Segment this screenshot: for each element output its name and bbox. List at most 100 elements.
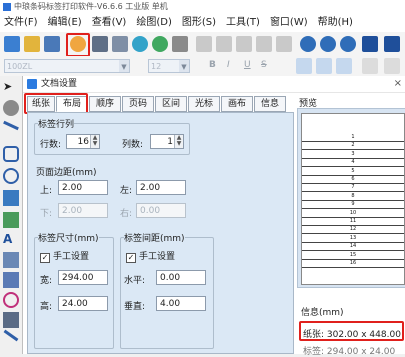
strikethrough-button[interactable]: S: [261, 60, 267, 70]
menu-edit[interactable]: 编辑(E): [48, 14, 82, 32]
cols-stepper[interactable]: 1 ▲ ▼: [150, 134, 184, 149]
label-spacing-manual-checkbox[interactable]: ✓ 手工设置: [126, 249, 175, 263]
open-icon[interactable]: [24, 36, 40, 52]
chevron-down-icon[interactable]: ▼: [119, 60, 129, 72]
preview-label-row: 7: [302, 184, 404, 193]
chevron-down-icon[interactable]: ▼: [179, 60, 189, 72]
label-size-info: 标签: 294.00 x 24.00: [303, 347, 396, 357]
margin-right-input[interactable]: 0.00: [136, 203, 186, 218]
line-icon[interactable]: [3, 120, 19, 131]
table-icon[interactable]: [3, 272, 19, 288]
redo-icon[interactable]: [276, 36, 292, 52]
window-titlebar: 中琅条码标签打印软件-V6.6.6 工业版 单机: [0, 0, 405, 14]
zoom-out-icon[interactable]: [320, 36, 336, 52]
cut-icon[interactable]: [196, 36, 212, 52]
app-icon: [3, 3, 11, 11]
pan-icon[interactable]: [3, 100, 19, 116]
tab-canvas[interactable]: 画布: [221, 96, 253, 112]
preview-label-row: 4: [302, 159, 404, 168]
data-source-icon[interactable]: [152, 36, 168, 52]
menu-tools[interactable]: 工具(T): [226, 14, 260, 32]
paste-icon[interactable]: [236, 36, 252, 52]
barcode-icon[interactable]: [3, 190, 19, 206]
text-spacing-icon[interactable]: [362, 58, 378, 74]
image-icon[interactable]: [3, 212, 19, 228]
format-toolbar: 100ZL ▼ 12 ▼ B I U S: [0, 56, 405, 77]
polyline-icon[interactable]: [3, 329, 19, 342]
label-width-input[interactable]: 294.00: [58, 270, 108, 285]
qrcode-icon[interactable]: [3, 292, 19, 308]
spacing-vertical-input[interactable]: 4.00: [156, 296, 206, 311]
align-center-icon[interactable]: [316, 58, 332, 74]
layout-panel: 标签行列 行数: 16 ▲ ▼ 列数: 1 ▲ ▼ 页面边距(mm) 上: 2.00…: [27, 112, 294, 354]
margin-top-input[interactable]: 2.00: [58, 180, 108, 195]
zoom-in-icon[interactable]: [300, 36, 316, 52]
menu-draw[interactable]: 绘图(D): [136, 14, 172, 32]
label-spacing-manual-label: 手工设置: [139, 252, 176, 262]
spacing-horizontal-input[interactable]: 0.00: [156, 270, 206, 285]
tab-page-number[interactable]: 页码: [122, 96, 154, 112]
margin-left-label: 左:: [120, 186, 133, 196]
label-size-manual-checkbox[interactable]: ✓ 手工设置: [40, 249, 89, 263]
tab-order[interactable]: 顺序: [89, 96, 121, 112]
undo-icon[interactable]: [256, 36, 272, 52]
label-size-group-label: 标签尺寸(mm): [38, 231, 99, 244]
margin-bottom-label: 下:: [40, 209, 53, 219]
italic-button[interactable]: I: [227, 60, 230, 70]
select-arrow-icon[interactable]: ➤: [3, 80, 19, 96]
label-height-label: 高:: [40, 302, 53, 312]
rows-label: 行数:: [40, 140, 62, 150]
tab-range[interactable]: 区间: [155, 96, 187, 112]
save-icon[interactable]: [44, 36, 60, 52]
print-preview-icon[interactable]: [112, 36, 128, 52]
label-size-manual-label: 手工设置: [53, 252, 90, 262]
tab-cursor[interactable]: 光标: [188, 96, 220, 112]
label-height-input[interactable]: 24.00: [58, 296, 108, 311]
zoom-page-icon[interactable]: [362, 36, 378, 52]
new-icon[interactable]: [4, 36, 20, 52]
rows-value: 16: [77, 137, 89, 147]
font-size-value: 12: [151, 62, 162, 71]
database-icon[interactable]: [132, 36, 148, 52]
menu-bar: 文件(F) 编辑(E) 查看(V) 绘图(D) 图形(S) 工具(T) 窗口(W) 帮助(H): [0, 14, 405, 32]
zoom-actual-icon[interactable]: [384, 36, 400, 52]
menu-view[interactable]: 查看(V): [92, 14, 127, 32]
paragraph-icon[interactable]: [3, 252, 19, 268]
highlight-box: [66, 33, 90, 57]
preview-label-row: 12: [302, 226, 404, 235]
checkmark-icon: ✓: [40, 253, 50, 263]
label-spacing-group-label: 标签间距(mm): [124, 231, 185, 244]
grid-icon[interactable]: [172, 36, 188, 52]
rectangle-icon[interactable]: [3, 146, 19, 162]
menu-help[interactable]: 帮助(H): [318, 14, 353, 32]
font-size-combo[interactable]: 12 ▼: [148, 59, 190, 73]
settings-icon: [27, 79, 37, 89]
rows-stepper[interactable]: 16 ▲ ▼: [66, 134, 100, 149]
close-icon[interactable]: ×: [394, 76, 402, 92]
line-spacing-icon[interactable]: [384, 58, 400, 74]
print-icon[interactable]: [92, 36, 108, 52]
dialog-title: 文档设置: [41, 79, 78, 89]
copy-icon[interactable]: [216, 36, 232, 52]
menu-shape[interactable]: 图形(S): [182, 14, 216, 32]
margin-bottom-input[interactable]: 2.00: [58, 203, 108, 218]
menu-file[interactable]: 文件(F): [4, 14, 38, 32]
bold-button[interactable]: B: [209, 60, 216, 70]
zoom-fit-icon[interactable]: [340, 36, 356, 52]
font-combo-value: 100ZL: [7, 62, 33, 71]
align-right-icon[interactable]: [336, 58, 352, 74]
tab-info[interactable]: 信息: [254, 96, 286, 112]
preview-label-row: 6: [302, 176, 404, 184]
font-combo[interactable]: 100ZL ▼: [4, 59, 130, 73]
text-icon[interactable]: A: [3, 232, 19, 248]
spin-arrows-icon[interactable]: ▲ ▼: [90, 135, 99, 148]
rich-text-icon[interactable]: [3, 312, 19, 328]
margin-left-input[interactable]: 2.00: [136, 180, 186, 195]
align-left-icon[interactable]: [296, 58, 312, 74]
spin-arrows-icon[interactable]: ▲ ▼: [174, 135, 183, 148]
info-highlight-box: [299, 321, 404, 341]
menu-window[interactable]: 窗口(W): [270, 14, 308, 32]
underline-button[interactable]: U: [244, 60, 251, 70]
ellipse-icon[interactable]: [3, 168, 19, 184]
cols-value: 1: [167, 137, 173, 147]
